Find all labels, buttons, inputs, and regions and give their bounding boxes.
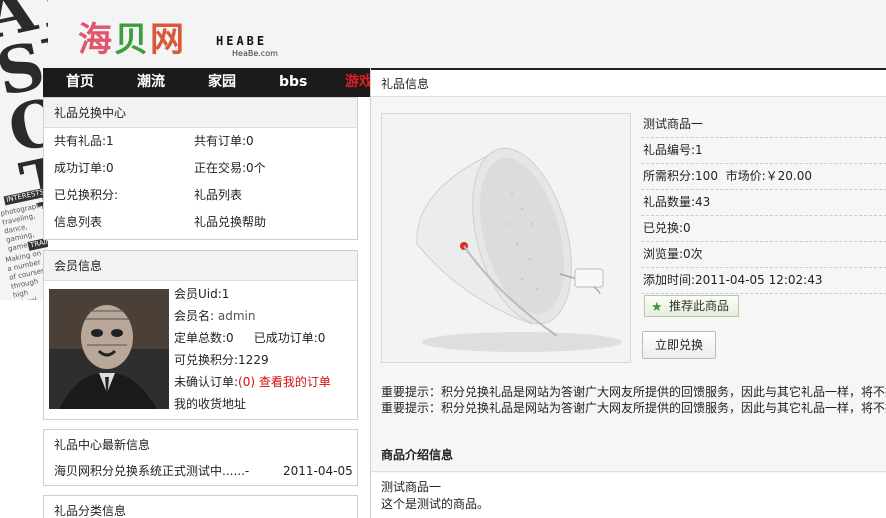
stat-row: 信息列表 礼品兑换帮助 [44, 209, 357, 236]
view-orders-link[interactable]: 查看我的订单 [259, 375, 331, 389]
notice-line-1: 重要提示：积分兑换礼品是网站为答谢广大网友所提供的回馈服务，因此与其它礼品一样，… [381, 385, 886, 399]
product-image [381, 113, 631, 363]
news-item-text[interactable]: 海贝网积分兑换系统正式测试中......- [54, 460, 249, 482]
gift-number: 礼品编号:1 [641, 138, 886, 164]
exchanged-points: 已兑换积分: [54, 188, 119, 202]
decorative-poster: ATI SH OU TRE INTERESTS photography, tra… [0, 0, 48, 300]
nav-home[interactable]: 首页 [66, 68, 94, 97]
avatar [49, 289, 169, 409]
total-gifts: 共有礼品:1 [54, 134, 114, 148]
intro-line: 这个是测试的商品。 [381, 497, 490, 511]
category-panel: 礼品分类信息 [43, 495, 358, 518]
intro-section-title: 商品介绍信息 [371, 438, 886, 472]
nav-trend[interactable]: 潮流 [137, 68, 165, 97]
trading-orders: 正在交易:0个 [194, 161, 266, 175]
gift-price-line: 所需积分:100 市场价:￥20.00 [641, 164, 886, 190]
stat-row: 共有礼品:1 共有订单:0 [44, 128, 357, 155]
member-info-panel: 会员信息 会员Uid:1 会员名: admin 定单总数:0 已成功订单:0 可… [43, 250, 358, 420]
unconfirmed-count: (0) [238, 375, 256, 389]
nav-bbs[interactable]: bbs [279, 68, 307, 97]
site-logo[interactable]: 海贝网 [78, 20, 186, 60]
speaker-image [382, 114, 630, 362]
logo-char-1: 海 [78, 20, 114, 60]
poster-big-text: ATI SH OU TRE [0, 0, 48, 225]
logo-domain: HeaBe.com [232, 49, 278, 58]
news-panel: 礼品中心最新信息 海贝网积分兑换系统正式测试中......- 2011-04-0… [43, 429, 358, 486]
info-list-link[interactable]: 信息列表 [54, 209, 102, 236]
main-nav: 首页 潮流 家园 bbs 游戏 [43, 68, 370, 97]
page: 海贝网 HEABE HeaBe.com ATI SH OU TRE INTERE… [0, 0, 886, 518]
exchange-help-link[interactable]: 礼品兑换帮助 [194, 209, 266, 236]
total-orders: 共有订单:0 [194, 134, 254, 148]
member-uid: 会员Uid:1 [174, 287, 230, 301]
stat-row: 成功订单:0 正在交易:0个 [44, 155, 357, 182]
logo-char-2: 贝 [114, 20, 150, 60]
header: 海贝网 HEABE HeaBe.com [0, 0, 886, 68]
gift-info-list: 测试商品一 礼品编号:1 所需积分:100 市场价:￥20.00 礼品数量:43… [641, 112, 886, 294]
notice-line-2: 重要提示：积分兑换礼品是网站为答谢广大网友所提供的回馈服务，因此与其它礼品一样，… [381, 401, 886, 415]
nav-games[interactable]: 游戏 [345, 68, 370, 97]
unconfirmed-line: 未确认订单:(0) 查看我的订单 [174, 371, 331, 393]
exchange-center-panel: 礼品兑换中心 共有礼品:1 共有订单:0 成功订单:0 正在交易:0个 已兑换积… [43, 97, 358, 240]
member-name: admin [217, 309, 256, 323]
member-name-line: 会员名: admin [174, 305, 255, 327]
gift-exchanged: 已兑换:0 [641, 216, 886, 242]
orders-success: 已成功订单:0 [253, 331, 326, 345]
recommend-button[interactable]: ★ 推荐此商品 [644, 295, 739, 317]
member-points: 可兑换积分:1229 [174, 353, 269, 367]
member-orders-line: 定单总数:0 已成功订单:0 [174, 327, 325, 349]
panel-title: 会员信息 [44, 251, 357, 281]
gift-points: 所需积分:100 [643, 169, 718, 183]
exchange-now-button[interactable]: 立即兑换 [642, 331, 716, 359]
gift-quantity: 礼品数量:43 [641, 190, 886, 216]
gift-panel-title: 礼品信息 [371, 68, 886, 97]
nav-community[interactable]: 家园 [208, 68, 236, 97]
intro-line: 测试商品一 [381, 480, 442, 494]
news-item[interactable]: 海贝网积分兑换系统正式测试中......- 2011-04-05 [44, 460, 357, 484]
panel-title: 礼品中心最新信息 [44, 430, 357, 460]
star-icon: ★ [651, 300, 663, 315]
gift-added-time: 添加时间:2011-04-05 12:02:43 [641, 268, 886, 294]
stat-row: 已兑换积分: 礼品列表 [44, 182, 357, 209]
success-orders: 成功订单:0 [54, 161, 114, 175]
recommend-label: 推荐此商品 [669, 299, 730, 313]
member-body: 会员Uid:1 会员名: admin 定单总数:0 已成功订单:0 可兑换积分:1… [44, 281, 357, 421]
gift-market-price: 市场价:￥20.00 [725, 169, 812, 183]
avatar-image [49, 289, 169, 409]
poster-training-desc: Making on a number of courses through hi… [4, 249, 46, 300]
panel-title: 礼品分类信息 [44, 496, 357, 518]
orders-total: 定单总数:0 [174, 331, 234, 345]
gift-list-link[interactable]: 礼品列表 [194, 182, 242, 209]
gift-views: 浏览量:0次 [641, 242, 886, 268]
shipping-address-link[interactable]: 我的收货地址 [174, 393, 246, 415]
logo-char-3: 网 [150, 20, 186, 60]
gift-detail-pane: 礼品信息 测试商品一 礼品编号:1 所需积分:100 市场价:￥20.00 礼品… [370, 68, 886, 518]
news-item-date: 2011-04-05 [283, 464, 353, 478]
panel-title: 礼品兑换中心 [44, 98, 357, 128]
logo-english: HEABE [216, 34, 268, 48]
gift-name: 测试商品一 [641, 112, 886, 138]
intro-content: 测试商品一 这个是测试的商品。 [371, 473, 886, 518]
member-name-label: 会员名: [174, 309, 218, 323]
unconfirmed-label: 未确认订单: [174, 375, 239, 389]
